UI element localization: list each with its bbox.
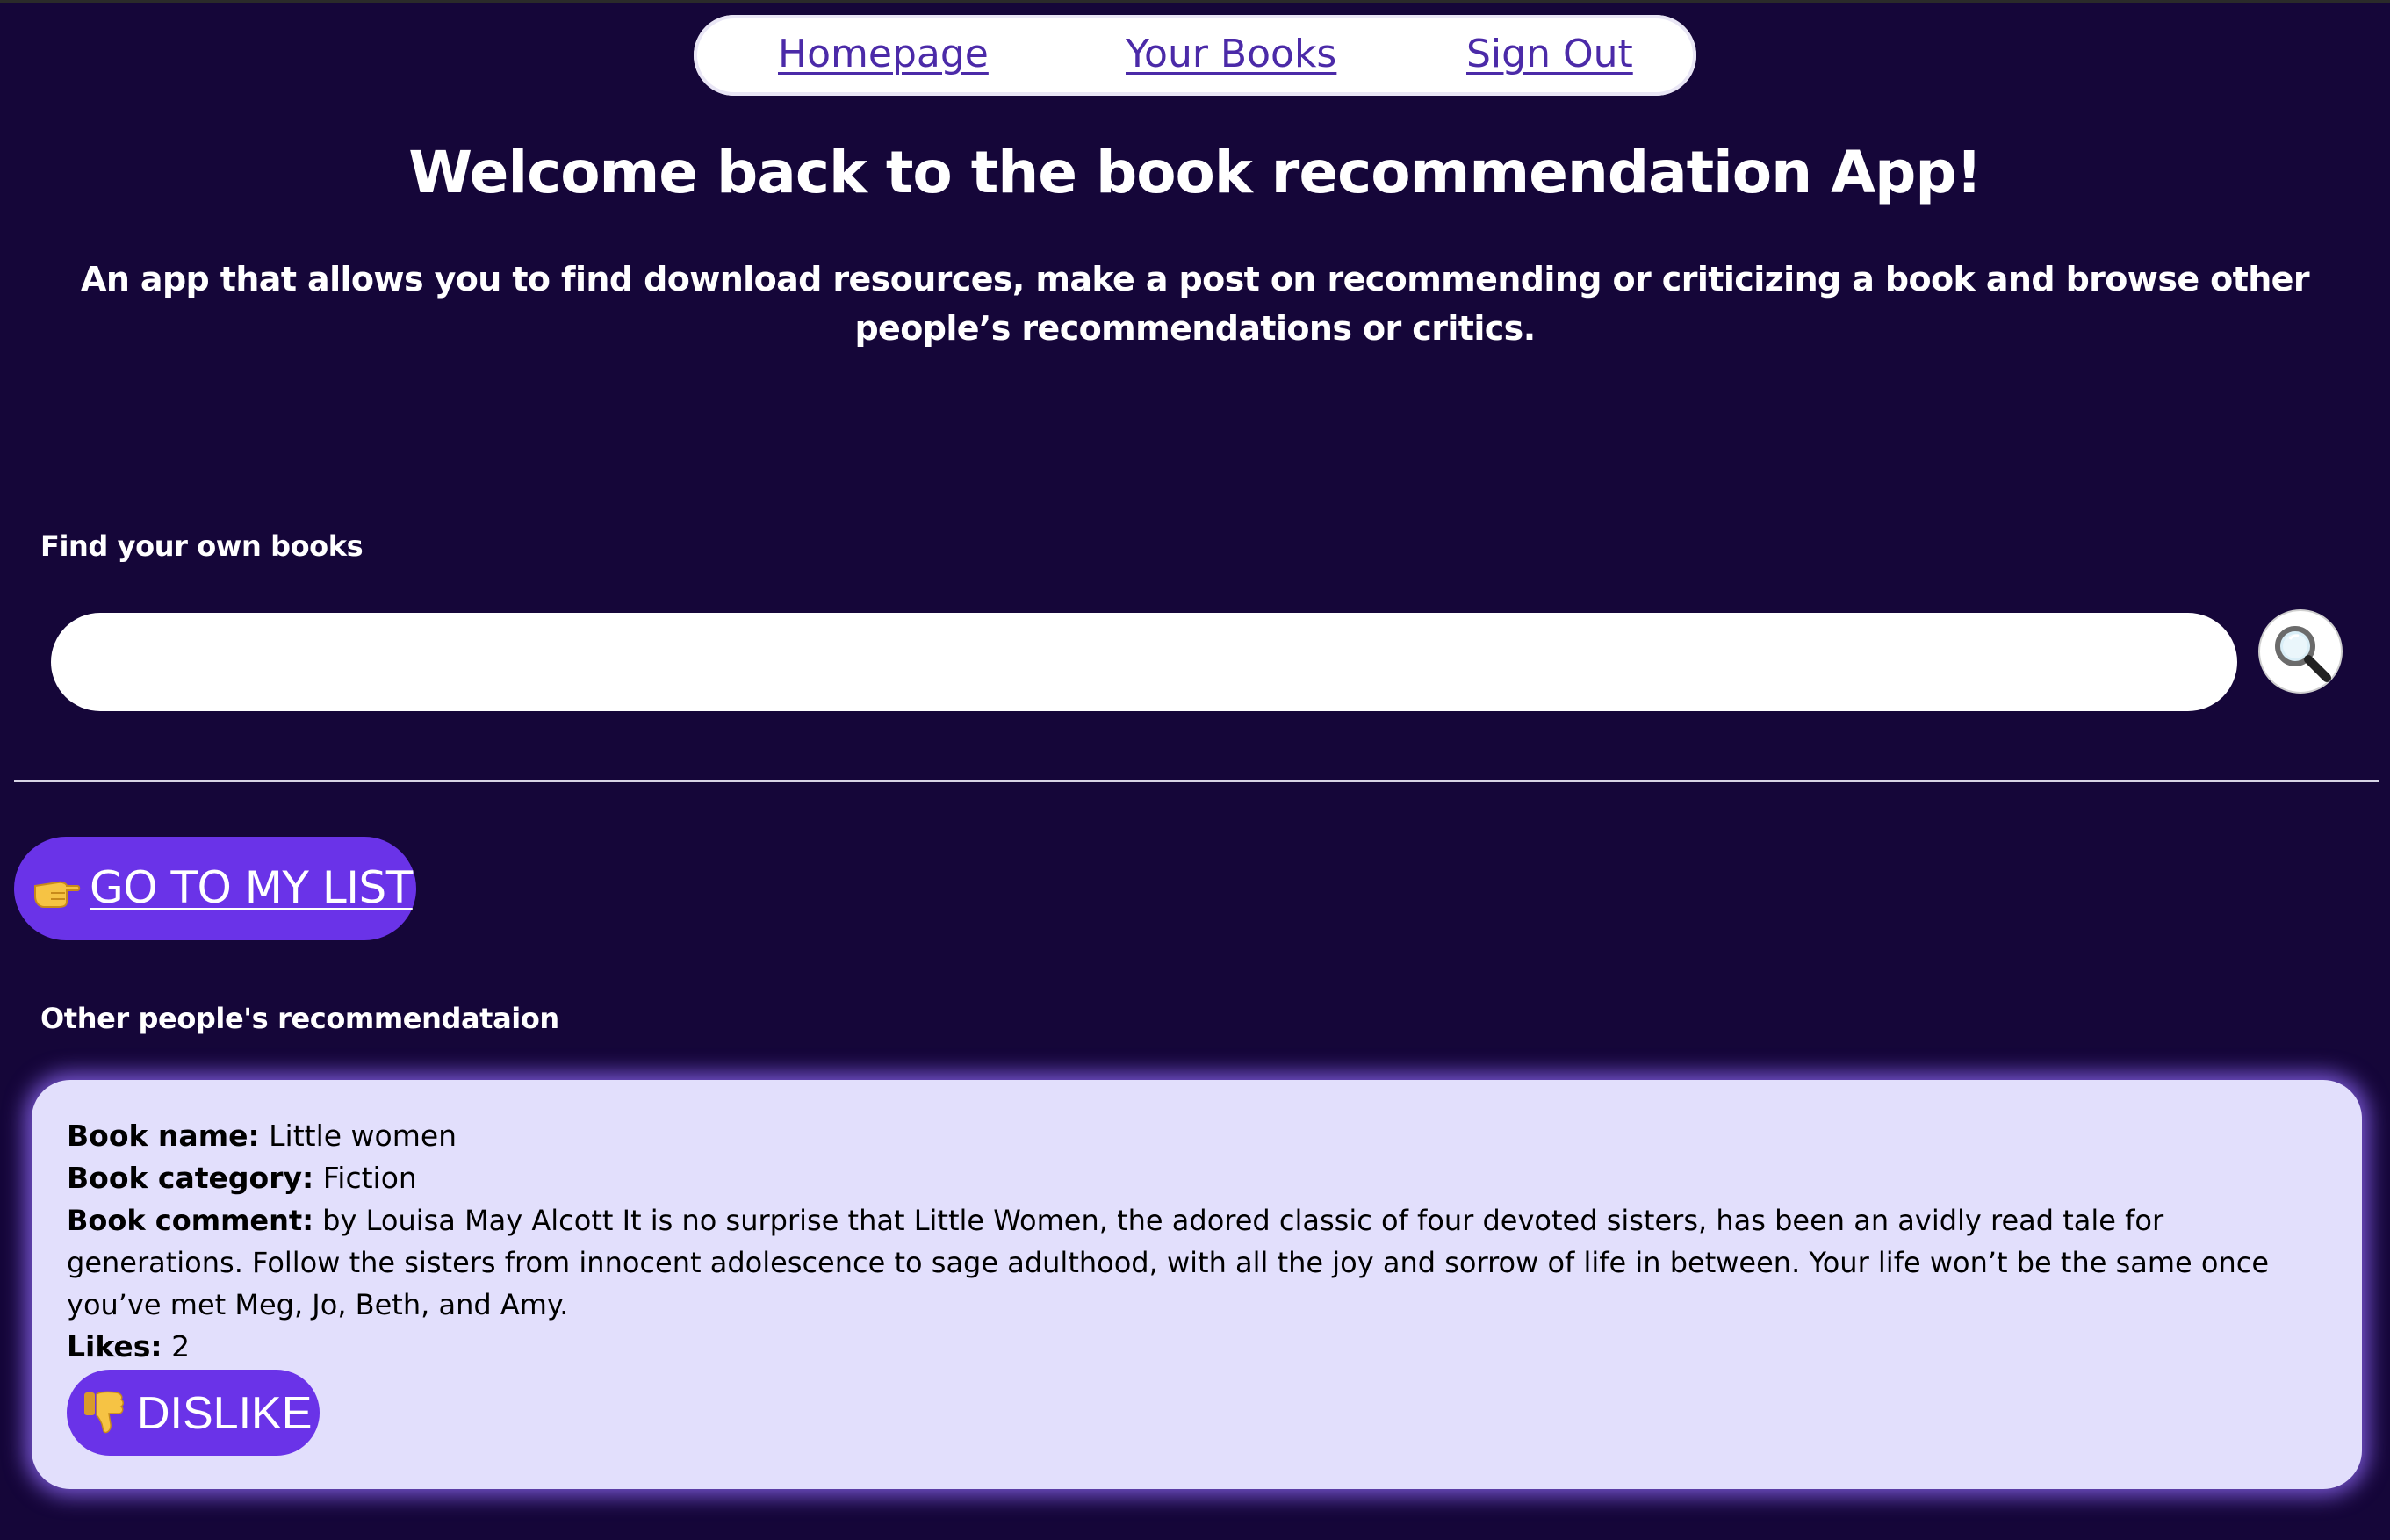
search-input[interactable] [51,613,2237,711]
section-divider [14,780,2379,782]
book-comment-value: by Louisa May Alcott It is no surprise t… [67,1204,2270,1321]
book-comment-label: Book comment: [67,1204,313,1237]
book-name-value: Little women [259,1119,457,1153]
search-button[interactable] [2258,609,2343,694]
nav-link-homepage[interactable]: Homepage [778,32,989,76]
book-name-label: Book name: [67,1119,260,1153]
dislike-label: DISLIKE [137,1388,313,1439]
pointing-hand-icon [34,881,81,908]
recommendation-card: Book name: Little women Book category: F… [32,1080,2362,1489]
page-subtitle: An app that allows you to find download … [81,260,2310,348]
book-name-row: Book name: Little women [67,1115,457,1157]
window-top-border [0,0,2390,3]
likes-label: Likes: [67,1329,162,1364]
book-category-value: Fiction [313,1161,417,1195]
nav-bar: Homepage Your Books Sign Out [694,15,1696,96]
go-to-my-list-label: GO TO MY LIST [90,862,413,913]
book-category-row: Book category: Fiction [67,1157,417,1199]
search-label: Find your own books [40,529,364,563]
book-comment-row: Book comment: by Louisa May Alcott It is… [67,1199,2323,1326]
nav-link-your-books[interactable]: Your Books [1126,32,1336,76]
thumbs-down-icon [84,1391,124,1434]
recommendations-label: Other people's recommendataion [40,1002,559,1035]
book-category-label: Book category: [67,1161,314,1195]
likes-count: 2 [162,1329,191,1364]
magnifying-glass-icon [2275,626,2331,682]
page-title: Welcome back to the book recommendation … [408,139,1983,206]
dislike-button[interactable]: DISLIKE [67,1370,320,1456]
go-to-my-list-button[interactable]: GO TO MY LIST [14,837,416,940]
nav-link-sign-out[interactable]: Sign Out [1466,32,1633,76]
likes-row: Likes: 2 [67,1326,190,1368]
